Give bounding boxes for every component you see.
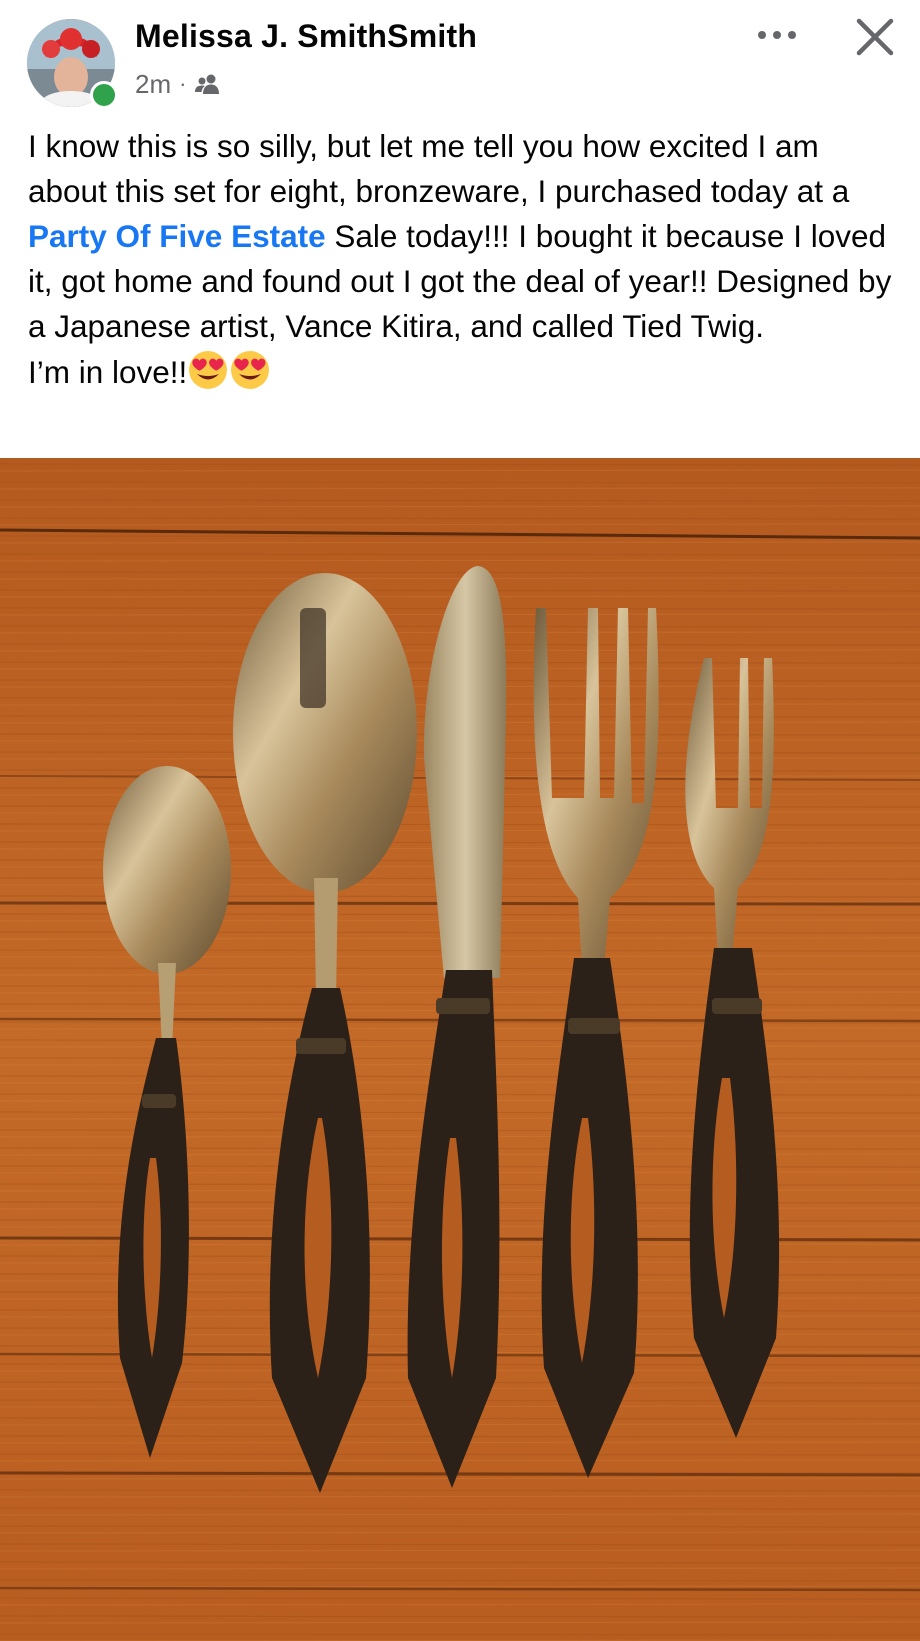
post-text: I know this is so silly, but let me tell… xyxy=(28,124,898,403)
post-header: Melissa J. SmithSmith 2m · xyxy=(0,0,920,120)
heart-eyes-emoji xyxy=(187,349,229,403)
post-text-part3: I’m in love!! xyxy=(28,354,188,390)
online-status-dot xyxy=(90,81,118,109)
more-dots-icon xyxy=(758,31,796,39)
friends-icon xyxy=(194,73,222,95)
close-icon xyxy=(856,18,894,56)
close-button[interactable] xyxy=(852,14,898,60)
post-meta: 2m · xyxy=(135,67,222,101)
author-name[interactable]: Melissa J. SmithSmith xyxy=(135,18,477,55)
post-photo[interactable] xyxy=(0,458,920,1641)
meta-separator: · xyxy=(179,71,187,96)
post-time[interactable]: 2m xyxy=(135,69,171,100)
heart-eyes-emoji xyxy=(229,349,271,403)
post-text-part1: I know this is so silly, but let me tell… xyxy=(28,128,850,209)
estate-sale-link[interactable]: Party Of Five Estate xyxy=(28,218,326,254)
more-options-button[interactable] xyxy=(752,20,802,50)
